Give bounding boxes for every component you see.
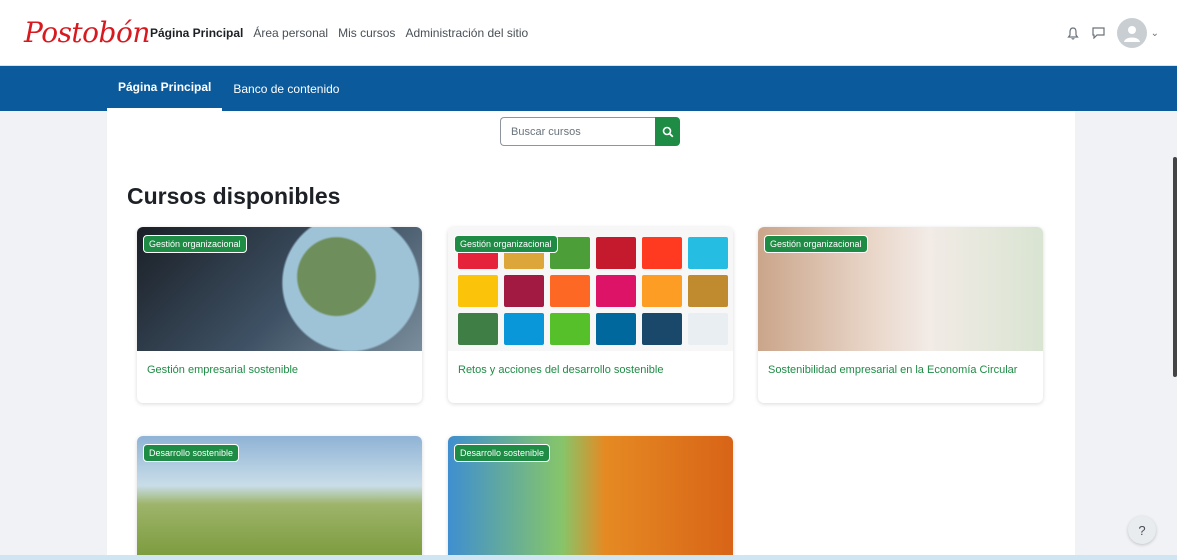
course-image[interactable]: Desarrollo sostenible <box>137 436 422 560</box>
course-card[interactable]: Gestión organizacional Sostenibilidad em… <box>758 227 1043 403</box>
footer-strip <box>0 555 1177 560</box>
search-button[interactable] <box>655 117 680 146</box>
page-title: Cursos disponibles <box>127 183 341 209</box>
course-card[interactable]: Desarrollo sostenible <box>448 436 733 560</box>
course-image[interactable]: Gestión organizacional <box>758 227 1043 351</box>
course-image[interactable]: Gestión organizacional <box>448 227 733 351</box>
course-title[interactable]: Retos y acciones del desarrollo sostenib… <box>448 351 733 389</box>
main-content: Cursos disponibles Gestión organizaciona… <box>107 111 1075 560</box>
category-badge: Desarrollo sostenible <box>454 444 551 462</box>
course-card[interactable]: Desarrollo sostenible <box>137 436 422 560</box>
course-card[interactable]: Gestión organizacional Gestión empresari… <box>137 227 422 403</box>
nav-my-courses-link[interactable]: Mis cursos <box>338 26 395 40</box>
sdg-tiles <box>458 237 728 345</box>
chevron-down-icon[interactable]: ⌄ <box>1151 28 1159 39</box>
secondary-navbar: Página Principal Banco de contenido <box>0 66 1177 111</box>
course-card[interactable]: Gestión organizacional Retos y acciones … <box>448 227 733 403</box>
category-badge: Gestión organizacional <box>454 235 558 253</box>
nav-dashboard-link[interactable]: Área personal <box>253 26 328 40</box>
course-image[interactable]: Desarrollo sostenible <box>448 436 733 560</box>
primary-nav: Página Principal Área personal Mis curso… <box>150 0 528 66</box>
postobon-logo[interactable]: Postobón <box>24 16 150 49</box>
course-image[interactable]: Gestión organizacional <box>137 227 422 351</box>
course-search <box>500 117 680 146</box>
help-button[interactable]: ? <box>1128 516 1156 544</box>
category-badge: Desarrollo sostenible <box>143 444 240 462</box>
top-navbar: Postobón Página Principal Área personal … <box>0 0 1177 66</box>
messages-icon[interactable] <box>1091 25 1107 41</box>
notification-bell-icon[interactable] <box>1065 25 1081 41</box>
category-badge: Gestión organizacional <box>764 235 868 253</box>
user-tools: ⌄ <box>1065 0 1159 66</box>
tab-content-bank[interactable]: Banco de contenido <box>222 66 350 111</box>
nav-home-link[interactable]: Página Principal <box>150 26 243 40</box>
nav-site-admin-link[interactable]: Administración del sitio <box>405 26 528 40</box>
search-icon <box>662 126 673 137</box>
tab-home[interactable]: Página Principal <box>107 66 223 111</box>
user-avatar[interactable] <box>1116 18 1147 48</box>
search-input[interactable] <box>500 117 655 146</box>
category-badge: Gestión organizacional <box>143 235 247 253</box>
course-title[interactable]: Gestión empresarial sostenible <box>137 351 422 389</box>
course-title[interactable]: Sostenibilidad empresarial en la Economí… <box>758 351 1043 389</box>
scrollbar[interactable] <box>1173 157 1177 377</box>
